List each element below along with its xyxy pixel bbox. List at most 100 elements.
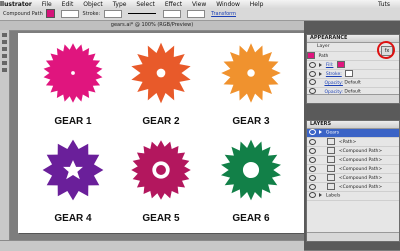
layer-name[interactable]: Labels — [326, 194, 340, 199]
layer-row[interactable]: <Compound Path> — [307, 165, 399, 174]
layer-row[interactable]: <Compound Path> — [307, 147, 399, 156]
gear-4-graphic[interactable] — [42, 139, 104, 201]
shape-tool-icon[interactable] — [2, 61, 7, 65]
transform-link[interactable]: Transform — [211, 11, 236, 17]
gear-icon — [221, 139, 281, 201]
fill-swatch[interactable] — [46, 9, 56, 18]
menu-type[interactable]: Type — [113, 0, 127, 9]
layer-thumbnail — [327, 156, 336, 163]
expand-triangle-icon[interactable] — [319, 62, 323, 67]
document-tab[interactable]: gears.ai* @ 100% (RGB/Preview) — [0, 21, 304, 31]
layer-row[interactable]: <Compound Path> — [307, 183, 399, 192]
visibility-eye-icon[interactable] — [309, 70, 316, 77]
appearance-panel-footer — [307, 94, 399, 103]
pen-tool-icon[interactable] — [2, 47, 7, 51]
gear-2-graphic[interactable] — [130, 42, 192, 104]
layer-name[interactable]: <Path> — [339, 140, 356, 145]
layer-name[interactable]: <Compound Path> — [339, 185, 382, 190]
visibility-eye-icon[interactable] — [309, 147, 316, 154]
layer-thumbnail — [327, 165, 336, 172]
layer-thumbnail — [327, 183, 336, 190]
appearance-fill-label[interactable]: Fill: — [326, 63, 334, 68]
appearance-stroke-row[interactable]: Stroke: — [307, 70, 399, 79]
stroke-color-swatch[interactable] — [345, 70, 354, 77]
app-menu[interactable]: llustrator — [0, 0, 32, 9]
selection-tool-icon[interactable] — [2, 33, 7, 37]
status-bar — [0, 240, 304, 251]
gear-icon — [131, 140, 191, 200]
menu-view[interactable]: View — [192, 0, 206, 9]
menu-select[interactable]: Select — [136, 0, 155, 9]
menu-window[interactable]: Window — [216, 0, 240, 9]
control-bar: Compound Path Stroke: Transform — [0, 9, 400, 21]
stroke-weight-input[interactable] — [103, 9, 122, 18]
gear-4-label: GEAR 4 — [54, 213, 92, 224]
expand-triangle-icon[interactable] — [319, 130, 323, 134]
menu-help[interactable]: Help — [250, 0, 264, 9]
appearance-opacity-value: Default — [344, 80, 361, 86]
visibility-eye-icon[interactable] — [309, 61, 316, 68]
visibility-eye-icon[interactable] — [309, 192, 316, 198]
layer-thumbnail — [327, 147, 336, 154]
brush-dropdown[interactable] — [162, 9, 181, 18]
visibility-eye-icon[interactable] — [309, 79, 316, 85]
layer-name[interactable]: <Compound Path> — [339, 176, 382, 181]
layers-panel-title[interactable]: LAYERS — [307, 121, 399, 129]
appearance-header: Layer — [317, 44, 330, 49]
tools-panel — [0, 30, 10, 240]
expand-triangle-icon[interactable] — [319, 71, 323, 76]
layer-name[interactable]: <Compound Path> — [339, 149, 382, 154]
path-thumbnail — [307, 52, 315, 59]
visibility-eye-icon[interactable] — [309, 183, 316, 190]
visibility-eye-icon[interactable] — [309, 174, 316, 181]
gear-icon — [42, 139, 104, 201]
appearance-stroke-label[interactable]: Stroke: — [326, 72, 342, 77]
layer-thumbnail — [327, 138, 336, 145]
layer-row-labels[interactable]: Labels — [307, 192, 399, 201]
appearance-opacity-label[interactable]: Opacity: — [324, 81, 343, 86]
selection-type: Compound Path — [3, 11, 43, 17]
gear-3-graphic[interactable] — [220, 42, 282, 104]
gear-3-label: GEAR 3 — [232, 116, 270, 127]
direct-selection-tool-icon[interactable] — [2, 40, 7, 44]
menubar-user: Tuts — [377, 1, 390, 8]
menu-object[interactable]: Object — [83, 0, 103, 9]
gear-5-label: GEAR 5 — [142, 213, 180, 224]
appearance-fill-row[interactable]: Fill: — [307, 61, 399, 70]
layer-row[interactable]: <Compound Path> — [307, 156, 399, 165]
appearance-path-label: Path — [318, 54, 329, 59]
appearance-opacity-row[interactable]: Opacity: Default — [307, 79, 399, 88]
layer-row[interactable]: <Path> — [307, 138, 399, 147]
fill-color-swatch[interactable] — [336, 61, 345, 68]
layer-row[interactable]: <Compound Path> — [307, 174, 399, 183]
brush-tool-icon[interactable] — [2, 68, 7, 72]
gear-1-graphic[interactable] — [42, 42, 104, 104]
style-dropdown[interactable] — [186, 9, 205, 18]
visibility-eye-icon[interactable] — [309, 165, 316, 172]
highlight-circle — [377, 41, 395, 59]
gear-1-label: GEAR 1 — [54, 116, 92, 127]
appearance-panel: APPEARANCE Layer Path Fill: Stroke: Opac… — [306, 34, 400, 104]
layer-name[interactable]: <Compound Path> — [339, 167, 382, 172]
menu-file[interactable]: File — [42, 0, 52, 9]
gear-6-graphic[interactable] — [220, 139, 282, 201]
gear-5-graphic[interactable] — [130, 139, 192, 201]
layer-thumbnail — [327, 174, 336, 181]
stroke-label: Stroke: — [82, 11, 101, 17]
menu-edit[interactable]: Edit — [62, 0, 74, 9]
artboard[interactable]: GEAR 1 GEAR 2 GEAR 3 GEAR 4 GEAR 5 GEAR … — [18, 33, 304, 233]
layer-name[interactable]: Gears — [326, 131, 339, 136]
gear-6-label: GEAR 6 — [232, 213, 270, 224]
expand-triangle-icon[interactable] — [319, 193, 323, 197]
visibility-eye-icon[interactable] — [309, 129, 316, 135]
layers-panel: LAYERS Gears <Path> <Compound Path> <Com… — [306, 120, 400, 242]
visibility-eye-icon[interactable] — [309, 138, 316, 145]
visibility-eye-icon[interactable] — [309, 156, 316, 163]
layer-row-gears[interactable]: Gears — [307, 129, 399, 138]
type-tool-icon[interactable] — [2, 54, 7, 58]
menu-effect[interactable]: Effect — [165, 0, 182, 9]
layer-name[interactable]: <Compound Path> — [339, 158, 382, 163]
fill-dropdown[interactable] — [60, 9, 79, 18]
stroke-profile[interactable] — [128, 13, 157, 14]
gear-icon — [43, 43, 103, 103]
